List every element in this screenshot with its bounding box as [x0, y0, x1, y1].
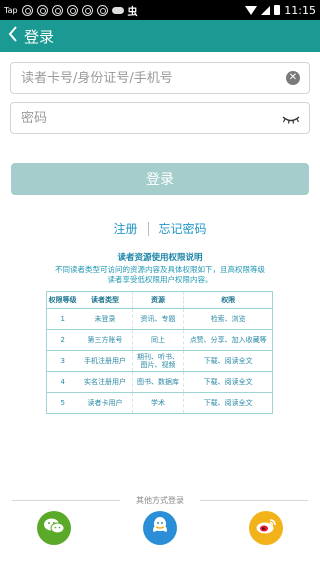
clear-icon[interactable]: ✕	[286, 71, 300, 85]
permission-notice-description: 不同读者类型可访问的资源内容及具体权限如下，且高权限等级 读者享受低权限用户权限…	[30, 265, 290, 285]
column-header: 读者类型	[78, 291, 133, 309]
table-header-row: 权限等级 读者类型 资源 权限	[46, 291, 273, 309]
wifi-icon	[245, 5, 258, 15]
status-bar: Tap 虫 11:15	[0, 0, 320, 20]
eye-closed-icon[interactable]	[282, 109, 300, 128]
forgot-password-link[interactable]: 忘记密码	[159, 220, 207, 237]
table-row: 2 第三方账号 同上 点赞、分享、加入收藏等	[46, 329, 273, 351]
bug-icon: 虫	[127, 6, 138, 18]
clock: 11:15	[284, 3, 316, 17]
app-notification-icon	[21, 4, 33, 16]
app-notification-icon	[51, 4, 63, 16]
column-header: 权限	[183, 291, 273, 309]
status-left: Tap 虫	[4, 3, 138, 18]
wechat-login-button[interactable]	[37, 511, 71, 545]
resource-cell: 同上	[132, 329, 185, 351]
resource-cell: 图书、数据库	[132, 371, 185, 393]
level-cell: 5	[46, 392, 79, 414]
table-row: 1 未登录 资讯、专题 检索、浏览	[46, 308, 273, 330]
permission-table: 权限等级 读者类型 资源 权限 1 未登录 资讯、专题 检索、浏览 2 第三方账…	[46, 291, 273, 414]
register-link[interactable]: 注册	[113, 220, 137, 237]
reader-type-cell: 第三方账号	[78, 329, 133, 351]
reader-type-cell: 手机注册用户	[78, 350, 133, 372]
divider	[147, 221, 149, 236]
level-cell: 4	[46, 371, 79, 393]
battery-icon	[274, 5, 281, 15]
wechat-icon	[43, 517, 65, 539]
column-header: 资源	[132, 291, 185, 309]
qq-login-button[interactable]	[143, 511, 177, 545]
permission-cell: 检索、浏览	[183, 308, 273, 330]
app-notification-icon	[66, 4, 78, 16]
resource-cell: 资讯、专题	[132, 308, 185, 330]
permission-cell: 下载、阅读全文	[183, 371, 273, 393]
notice-line: 不同读者类型可访问的资源内容及具体权限如下，且高权限等级	[55, 265, 265, 274]
permission-cell: 下载、阅读全文	[183, 392, 273, 414]
level-cell: 2	[46, 329, 79, 351]
password-input[interactable]	[21, 110, 282, 126]
login-button[interactable]: 登录	[11, 163, 309, 195]
level-cell: 3	[46, 350, 79, 372]
permission-cell: 下载、阅读全文	[183, 350, 273, 372]
status-right: 11:15	[245, 4, 316, 17]
table-row: 5 读者卡用户 学术 下载、阅读全文	[46, 392, 273, 414]
reader-type-cell: 未登录	[78, 308, 133, 330]
account-field: ✕	[10, 62, 310, 94]
qq-icon	[151, 516, 169, 540]
password-field	[10, 102, 310, 134]
column-header: 权限等级	[46, 291, 79, 309]
permission-cell: 点赞、分享、加入收藏等	[183, 329, 273, 351]
weibo-icon	[255, 517, 277, 539]
notice-line: 读者享受低权限用户权限内容。	[107, 275, 213, 284]
chevron-left-icon[interactable]	[8, 25, 18, 47]
signal-icon	[261, 5, 271, 15]
app-notification-icon	[96, 4, 108, 16]
other-login-label: 其他方式登录	[136, 496, 184, 505]
account-input[interactable]	[21, 70, 286, 86]
weibo-login-button[interactable]	[249, 511, 283, 545]
reader-type-cell: 实名注册用户	[78, 371, 133, 393]
cloud-icon	[111, 6, 124, 14]
resource-cell: 学术	[132, 392, 185, 414]
app-notification-icon	[36, 4, 48, 16]
reader-type-cell: 读者卡用户	[78, 392, 133, 414]
table-row: 3 手机注册用户 期刊、听书、图片、视频 下载、阅读全文	[46, 350, 273, 372]
page-title: 登录	[24, 27, 55, 46]
account-links: 注册 忘记密码	[0, 220, 320, 237]
carrier-label: Tap	[4, 5, 18, 15]
resource-cell: 期刊、听书、图片、视频	[132, 350, 185, 372]
table-row: 4 实名注册用户 图书、数据库 下载、阅读全文	[46, 371, 273, 393]
level-cell: 1	[46, 308, 79, 330]
app-header: 登录	[0, 20, 320, 52]
permission-notice-title: 读者资源使用权限说明	[117, 253, 203, 263]
app-notification-icon	[81, 4, 93, 16]
